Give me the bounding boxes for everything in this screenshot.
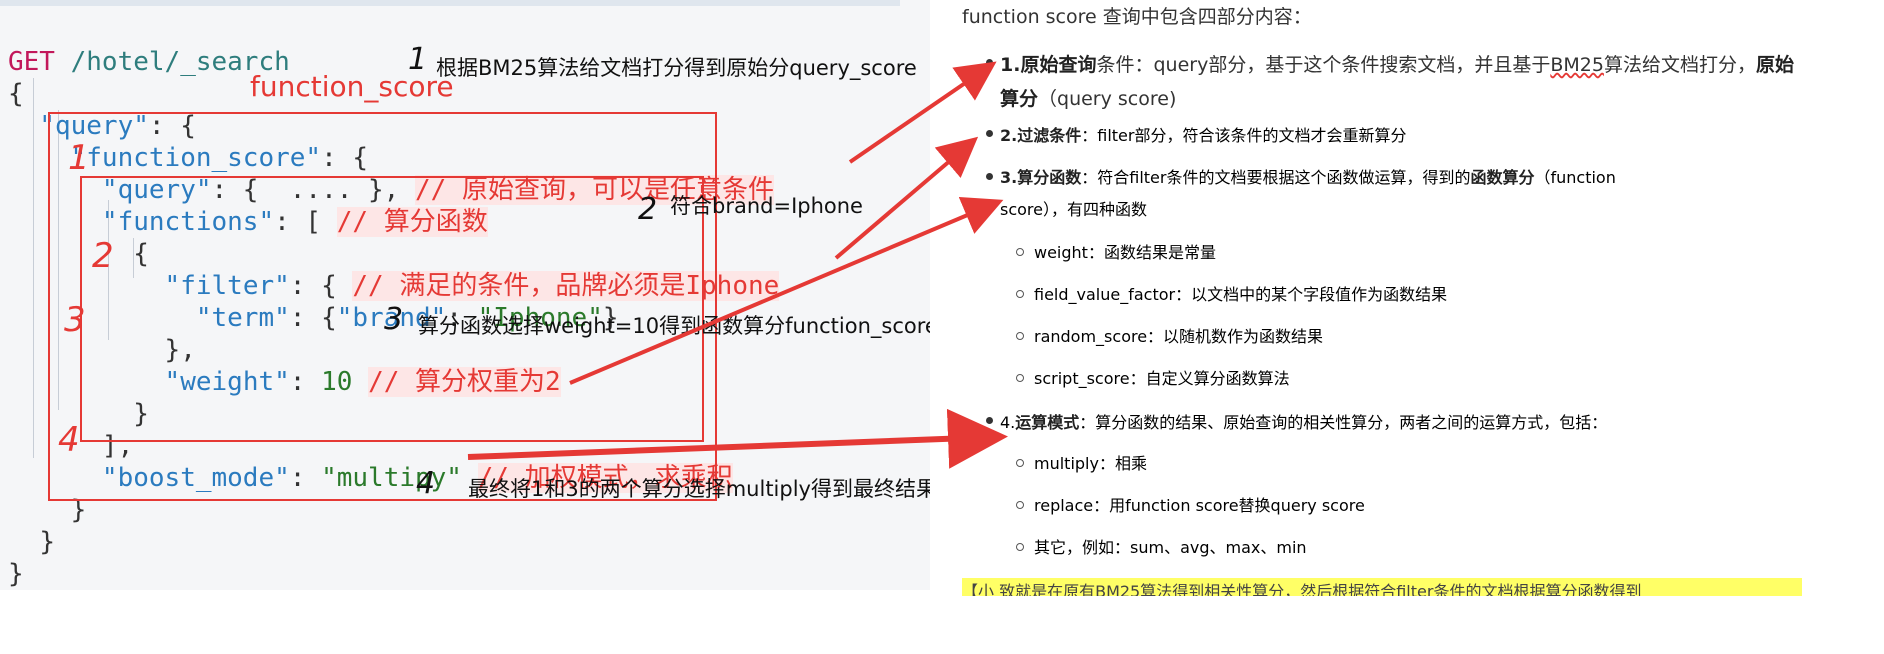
arrow-1 xyxy=(848,61,997,164)
annotation-arrows xyxy=(467,61,1008,469)
arrow-3 xyxy=(569,197,1004,385)
arrow-4 xyxy=(467,408,1008,469)
